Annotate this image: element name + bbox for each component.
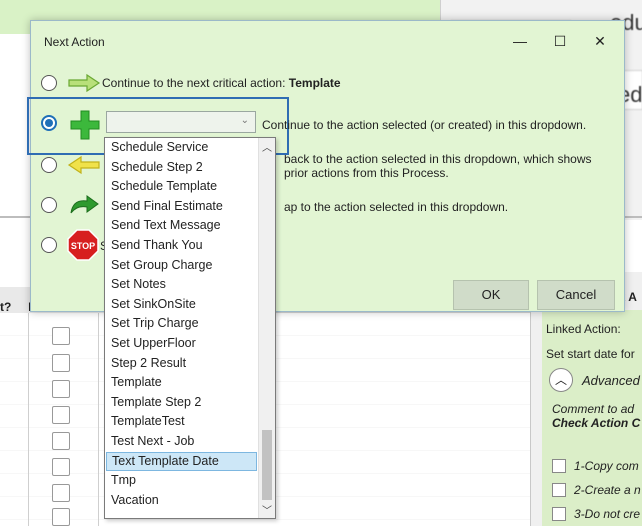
action-dropdown-list[interactable]: Schedule Service Schedule Step 2 Schedul… (104, 137, 276, 519)
list-item[interactable]: Set SinkOnSite (106, 295, 257, 314)
green-curved-arrow-icon (70, 195, 99, 214)
option-checkbox[interactable] (552, 459, 566, 473)
scroll-up-icon[interactable]: ︿ (262, 139, 272, 154)
background-checkbox[interactable] (52, 380, 70, 398)
action-dropdown-combo[interactable]: ⌄ (106, 111, 256, 133)
scroll-down-icon[interactable]: ﹀ (262, 502, 272, 517)
close-icon[interactable]: ✕ (586, 29, 614, 53)
list-item[interactable]: Set Group Charge (106, 256, 257, 275)
background-checkbox[interactable] (52, 327, 70, 345)
comment-label: Comment to ad (552, 402, 635, 416)
radio-continue-next[interactable] (41, 75, 57, 91)
list-item[interactable]: Test Next - Job (106, 432, 257, 451)
green-plus-icon (70, 110, 100, 140)
list-item[interactable]: Set Trip Charge (106, 314, 257, 333)
dropdown-scrollbar[interactable]: ︿ ﹀ (258, 138, 275, 518)
linked-action-label: Linked Action: (546, 322, 621, 336)
green-arrow-right-icon (68, 73, 101, 93)
yellow-arrow-left-icon (67, 155, 100, 175)
minimize-icon[interactable]: — (506, 29, 534, 53)
list-item[interactable]: Schedule Service (106, 138, 257, 157)
background-checkbox[interactable] (52, 484, 70, 502)
check-action-label: Check Action C (552, 416, 641, 430)
dialog-title: Next Action (44, 35, 105, 49)
background-grid-col-header: t? (0, 300, 12, 314)
ok-button[interactable]: OK (453, 280, 529, 310)
option-label: 3-Do not cre (574, 507, 641, 521)
start-date-label: Set start date for (546, 347, 635, 361)
scrollbar-thumb[interactable] (262, 430, 272, 500)
advanced-label[interactable]: Advanced (582, 373, 640, 388)
list-item[interactable]: Schedule Template (106, 177, 257, 196)
list-item[interactable]: Schedule Step 2 (106, 158, 257, 177)
list-item[interactable]: Template (106, 373, 257, 392)
option-label: 2-Create a n (574, 483, 641, 497)
option-label: 1-Copy com (574, 459, 639, 473)
background-checkbox[interactable] (52, 458, 70, 476)
option-checkbox[interactable] (552, 483, 566, 497)
list-item[interactable]: Vacation (106, 491, 257, 510)
list-item[interactable]: Step 2 Result (106, 354, 257, 373)
list-item[interactable]: TemplateTest (106, 412, 257, 431)
list-item[interactable]: Set UpperFloor (106, 334, 257, 353)
background-checkbox[interactable] (52, 508, 70, 526)
list-item[interactable]: Send Text Message (106, 216, 257, 235)
chevron-up-icon[interactable]: ︿ (549, 368, 573, 392)
stop-sign-text: STOP (71, 241, 95, 251)
radio-stop[interactable] (41, 237, 57, 253)
chevron-down-icon[interactable]: ⌄ (241, 115, 249, 126)
background-grid-line (98, 313, 99, 526)
option-go-back-label-line2: prior actions from this Process. (284, 166, 449, 180)
stop-sign-icon: STOP (67, 229, 99, 261)
background-checkbox[interactable] (52, 354, 70, 372)
option-continue-next-label: Continue to the next critical action: Te… (102, 76, 341, 90)
radio-go-back[interactable] (41, 157, 57, 173)
list-item-selected[interactable]: Text Template Date (106, 451, 257, 471)
background-grid-line (28, 313, 29, 526)
radio-continue-selected[interactable] (41, 115, 57, 131)
background-checkbox[interactable] (52, 432, 70, 450)
option-go-back-label-line1: back to the action selected in this drop… (284, 152, 592, 166)
radio-jump[interactable] (41, 197, 57, 213)
list-item[interactable]: Set Notes (106, 275, 257, 294)
maximize-icon[interactable]: ☐ (546, 29, 574, 53)
option-checkbox[interactable] (552, 507, 566, 521)
option-continue-selected-label: Continue to the action selected (or crea… (262, 118, 587, 132)
list-item[interactable]: Send Thank You (106, 236, 257, 255)
cancel-button[interactable]: Cancel (537, 280, 615, 310)
list-item[interactable]: Template Step 2 (106, 393, 257, 412)
list-item[interactable]: Tmp (106, 471, 257, 490)
option-jump-label: ap to the action selected in this dropdo… (284, 200, 509, 214)
list-item[interactable]: Send Final Estimate (106, 197, 257, 216)
background-checkbox[interactable] (52, 406, 70, 424)
